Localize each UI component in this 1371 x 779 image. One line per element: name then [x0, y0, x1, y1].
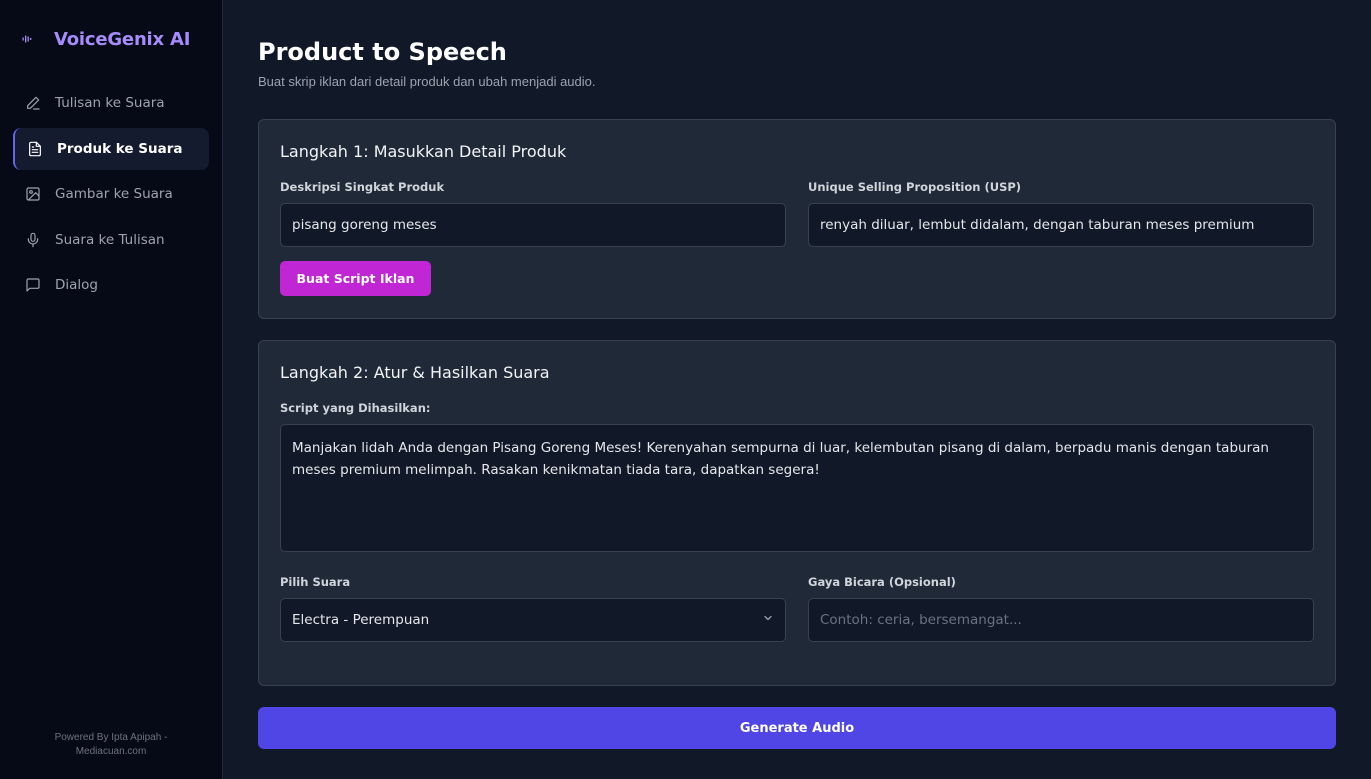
product-description-input[interactable]: pisang goreng meses — [280, 203, 786, 247]
chevron-down-icon — [762, 612, 774, 628]
speaking-style-label: Gaya Bicara (Opsional) — [808, 575, 956, 589]
sidebar: VoiceGenix AI Tulisan ke Suara Produk ke… — [0, 0, 223, 779]
product-description-label: Deskripsi Singkat Produk — [280, 180, 445, 194]
generate-audio-button[interactable]: Generate Audio — [258, 707, 1336, 749]
sidebar-item-produk-ke-suara[interactable]: Produk ke Suara — [13, 127, 209, 170]
usp-label: Unique Selling Proposition (USP) — [808, 180, 1022, 194]
sidebar-nav: Tulisan ke Suara Produk ke Suara Gambar … — [0, 82, 222, 310]
sidebar-item-label: Dialog — [55, 277, 98, 293]
sidebar-footer: Powered By Ipta Apipah - Mediacuan.com — [0, 731, 222, 759]
sidebar-item-tulisan-ke-suara[interactable]: Tulisan ke Suara — [13, 82, 209, 124]
page-subtitle: Buat skrip iklan dari detail produk dan … — [258, 74, 596, 89]
generated-script-textarea[interactable]: Manjakan lidah Anda dengan Pisang Goreng… — [280, 424, 1314, 552]
sidebar-item-dialog[interactable]: Dialog — [13, 264, 209, 306]
footer-credit: Powered By Ipta Apipah - — [54, 732, 168, 743]
voice-select-label: Pilih Suara — [280, 575, 351, 589]
sidebar-item-label: Tulisan ke Suara — [55, 95, 165, 111]
footer-site: Mediacuan.com — [75, 746, 147, 757]
microphone-icon — [25, 232, 41, 248]
sidebar-item-suara-ke-tulisan[interactable]: Suara ke Tulisan — [13, 219, 209, 261]
speaking-style-input[interactable]: Contoh: ceria, bersemangat... — [808, 598, 1314, 642]
create-script-button[interactable]: Buat Script Iklan — [280, 261, 431, 296]
sidebar-item-label: Produk ke Suara — [57, 140, 183, 157]
page-title: Product to Speech — [258, 38, 507, 66]
step1-card: Langkah 1: Masukkan Detail Produk Deskri… — [258, 119, 1336, 319]
sidebar-item-gambar-ke-suara[interactable]: Gambar ke Suara — [13, 173, 209, 215]
document-icon — [27, 141, 43, 157]
sidebar-item-label: Suara ke Tulisan — [55, 231, 165, 248]
pencil-icon — [25, 95, 41, 111]
usp-input[interactable]: renyah diluar, lembut didalam, dengan ta… — [808, 203, 1314, 247]
chat-bubble-icon — [25, 277, 41, 293]
step1-title: Langkah 1: Masukkan Detail Produk — [280, 142, 567, 161]
generated-script-label: Script yang Dihasilkan: — [280, 401, 431, 415]
step2-title: Langkah 2: Atur & Hasilkan Suara — [280, 363, 550, 382]
main-content: Product to Speech Buat skrip iklan dari … — [223, 0, 1371, 779]
sound-wave-icon — [22, 33, 34, 45]
voice-select-value: Electra - Perempuan — [292, 612, 430, 628]
brand-title: VoiceGenix AI — [54, 28, 191, 50]
brand: VoiceGenix AI — [0, 0, 222, 60]
step2-card: Langkah 2: Atur & Hasilkan Suara Script … — [258, 340, 1336, 686]
sidebar-item-label: Gambar ke Suara — [55, 186, 173, 202]
voice-select[interactable]: Electra - Perempuan — [280, 598, 786, 642]
image-icon — [25, 186, 41, 202]
